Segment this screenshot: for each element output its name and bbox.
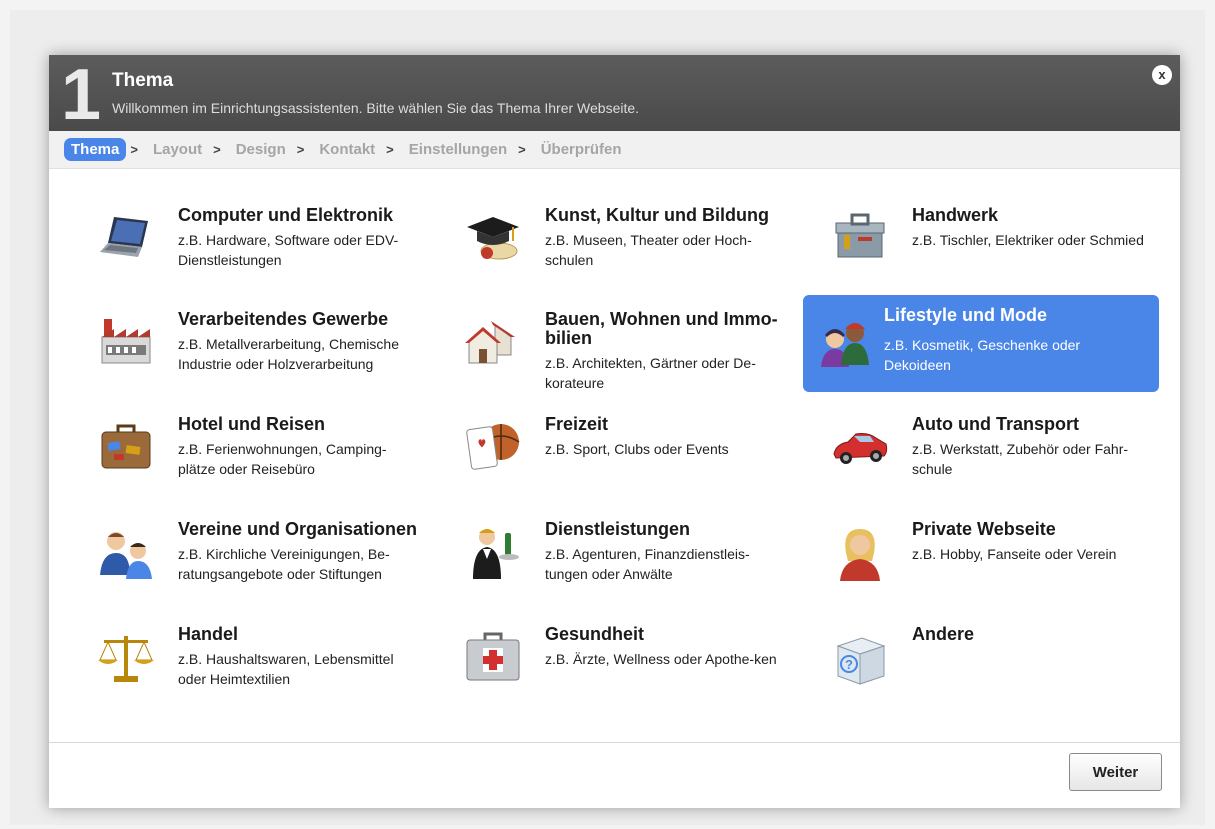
breadcrumb-step-thema[interactable]: Thema	[64, 138, 127, 161]
dialog-footer: Weiter	[49, 742, 1180, 808]
category-description: z.B. Hardware, Software oder EDV-Dienstl…	[178, 232, 399, 268]
category-description: z.B. Metallverarbeitung, Chemische Indus…	[178, 336, 399, 372]
laptop-icon	[100, 217, 148, 257]
category-title: Verarbeitendes Gewerbe	[178, 309, 389, 329]
category-description: z.B. Architekten, Gärtner oder De-korate…	[545, 355, 756, 391]
category-title: Lifestyle und Mode	[884, 305, 1048, 325]
people-icon	[821, 323, 869, 367]
category-description: z.B. Ärzte, Wellness oder Apothe-ken	[545, 651, 777, 667]
category-title: Private Webseite	[912, 519, 1056, 539]
category-kunst-kultur-bildung[interactable]: Kunst, Kultur und Bildung z.B. Museen, T…	[443, 195, 798, 292]
category-description: z.B. Tischler, Elektriker oder Schmied	[912, 232, 1144, 248]
dialog-title: Thema	[112, 70, 174, 91]
category-description: z.B. Werkstatt, Zubehör oder Fahr-schule	[912, 441, 1129, 477]
houses-icon	[465, 321, 515, 364]
category-vereine-und-organisationen[interactable]: Vereine und Organisationen z.B. Kirchlic…	[76, 509, 431, 606]
category-verarbeitendes-gewerbe[interactable]: Verarbeitendes Gewerbe z.B. Metallverarb…	[76, 299, 431, 396]
category-description: z.B. Kosmetik, Geschenke oder Dekoideen	[884, 337, 1081, 373]
category-description: z.B. Sport, Clubs oder Events	[545, 441, 729, 457]
graduation-cap-icon	[467, 217, 519, 260]
category-title: Hotel und Reisen	[178, 414, 326, 434]
category-handwerk[interactable]: Handwerk z.B. Tischler, Elektriker oder …	[810, 195, 1165, 292]
svg-text:?: ?	[845, 657, 853, 672]
category-description: z.B. Museen, Theater oder Hoch-schulen	[545, 232, 752, 268]
category-title: Auto und Transport	[912, 414, 1079, 434]
suitcase-icon	[101, 424, 151, 469]
category-lifestyle-und-mode[interactable]: Lifestyle und Mode z.B. Kosmetik, Gesche…	[803, 295, 1159, 392]
scales-icon	[98, 636, 154, 682]
category-description: z.B. Hobby, Fanseite oder Verein	[912, 546, 1117, 562]
waiter-icon	[473, 529, 519, 579]
category-hotel-und-reisen[interactable]: Hotel und Reisen z.B. Ferienwohnungen, C…	[76, 404, 431, 501]
breadcrumb-step-einstellungen[interactable]: Einstellungen	[402, 138, 514, 161]
category-handel[interactable]: Handel z.B. Haushaltswaren, Lebensmittel…	[76, 614, 431, 711]
breadcrumb-step-layout[interactable]: Layout	[146, 138, 209, 161]
next-button[interactable]: Weiter	[1069, 753, 1162, 791]
category-title: Gesundheit	[545, 624, 645, 644]
category-title: Andere	[912, 624, 975, 644]
breadcrumb-separator: >	[130, 142, 138, 157]
breadcrumb-step-design[interactable]: Design	[229, 138, 293, 161]
category-title: Freizeit	[545, 414, 609, 434]
category-title: Bauen, Wohnen und Immo-bilien	[545, 309, 778, 348]
step-number: 1	[61, 55, 102, 135]
first-aid-icon	[466, 632, 520, 681]
category-title: Kunst, Kultur und Bildung	[545, 205, 769, 225]
breadcrumb-separator: >	[296, 142, 305, 157]
category-title: Handel	[178, 624, 239, 644]
car-icon	[833, 433, 888, 464]
category-computer-und-elektronik[interactable]: Computer und Elektronik z.B. Hardware, S…	[76, 195, 431, 292]
factory-icon	[101, 319, 151, 364]
category-description: z.B. Agenturen, Finanzdienstleis-tungen …	[545, 546, 750, 582]
dialog-subtitle: Willkommen im Einrichtungsassistenten. B…	[112, 100, 640, 116]
breadcrumb-separator: >	[518, 142, 526, 157]
category-gesundheit[interactable]: Gesundheit z.B. Ärzte, Wellness oder Apo…	[443, 614, 798, 711]
category-title: Dienstleistungen	[545, 519, 691, 539]
category-description: z.B. Haushaltswaren, Lebensmittel oder H…	[178, 651, 394, 687]
category-bauen-wohnen-immobilien[interactable]: Bauen, Wohnen und Immo-bilien z.B. Archi…	[443, 299, 798, 396]
breadcrumb-step-ueberpruefen[interactable]: Überprüfen	[534, 138, 629, 161]
question-box-icon: ?	[836, 637, 886, 685]
category-title: Computer und Elektronik	[178, 205, 394, 225]
card-ball-icon	[466, 424, 520, 470]
breadcrumb-separator: >	[213, 142, 221, 157]
category-dienstleistungen[interactable]: Dienstleistungen z.B. Agenturen, Finanzd…	[443, 509, 798, 606]
category-freizeit[interactable]: Freizeit z.B. Sport, Clubs oder Events	[443, 404, 798, 501]
setup-wizard-dialog: 1 Thema Willkommen im Einrichtungsassist…	[49, 55, 1180, 808]
category-description: z.B. Kirchliche Vereinigungen, Be-ratung…	[178, 546, 390, 582]
category-description: z.B. Ferienwohnungen, Camping-plätze ode…	[178, 441, 387, 477]
woman-icon	[840, 529, 880, 581]
breadcrumb-step-kontakt[interactable]: Kontakt	[312, 138, 382, 161]
group-icon	[100, 532, 152, 579]
category-title: Handwerk	[912, 205, 999, 225]
toolbox-icon	[835, 213, 885, 258]
breadcrumb: Thema > Layout > Design > Kontakt > Eins…	[49, 131, 1180, 169]
category-private-webseite[interactable]: Private Webseite z.B. Hobby, Fanseite od…	[810, 509, 1165, 606]
category-auto-und-transport[interactable]: Auto und Transport z.B. Werkstatt, Zubeh…	[810, 404, 1165, 501]
category-title: Vereine und Organisationen	[178, 519, 418, 539]
breadcrumb-separator: >	[386, 142, 394, 157]
close-button[interactable]: x	[1152, 65, 1172, 85]
category-andere[interactable]: ? Andere	[810, 614, 1165, 711]
dialog-header: 1 Thema Willkommen im Einrichtungsassist…	[49, 55, 1180, 135]
